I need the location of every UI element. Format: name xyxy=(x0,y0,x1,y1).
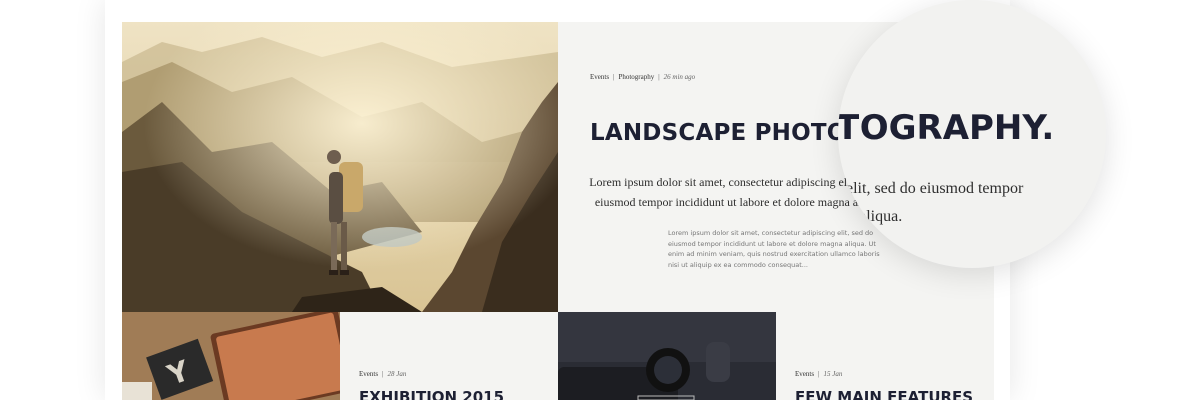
hero-excerpt: Lorem ipsum dolor sit amet, consectetur … xyxy=(668,229,880,269)
card-exhibition: Events | 28 Jan EXHIBITION 2015 xyxy=(340,312,558,400)
card-meta: Events | 28 Jan xyxy=(359,370,406,378)
magnified-lead: elit, sed do eiusmod tempor a aliqua. xyxy=(838,175,1088,231)
card-title[interactable]: FEW MAIN FEATURES xyxy=(795,388,973,400)
magnified-title: TOGRAPHY. xyxy=(838,108,1055,148)
post-time: 26 min ago xyxy=(663,73,696,81)
category-link-events[interactable]: Events xyxy=(795,370,814,378)
card-meta: Events | 15 Jan xyxy=(795,370,842,378)
magnified-lead-line1: elit, sed do eiusmod tempor xyxy=(846,180,1024,197)
post-date: 15 Jan xyxy=(823,370,843,378)
card-features: Events | 15 Jan FEW MAIN FEATURES xyxy=(776,312,994,400)
meta-separator: | xyxy=(613,73,615,81)
category-link-events[interactable]: Events xyxy=(359,370,378,378)
magnified-lead-line2: a aliqua. xyxy=(848,208,903,225)
post-date: 28 Jan xyxy=(387,370,407,378)
category-link-events[interactable]: Events xyxy=(590,73,609,81)
category-link-photography[interactable]: Photography xyxy=(618,73,654,81)
hero-meta: Events | Photography | 26 min ago xyxy=(590,73,695,81)
meta-separator: | xyxy=(818,370,820,378)
card-image-exhibition[interactable]: Y xyxy=(122,312,340,400)
card-image-camera[interactable] xyxy=(558,312,776,400)
magnifier-lens: TOGRAPHY. elit, sed do eiusmod tempor a … xyxy=(838,0,1106,268)
meta-separator: | xyxy=(658,73,660,81)
meta-separator: | xyxy=(382,370,384,378)
card-title[interactable]: EXHIBITION 2015 xyxy=(359,388,504,400)
hero-image-hiker[interactable] xyxy=(122,22,558,312)
